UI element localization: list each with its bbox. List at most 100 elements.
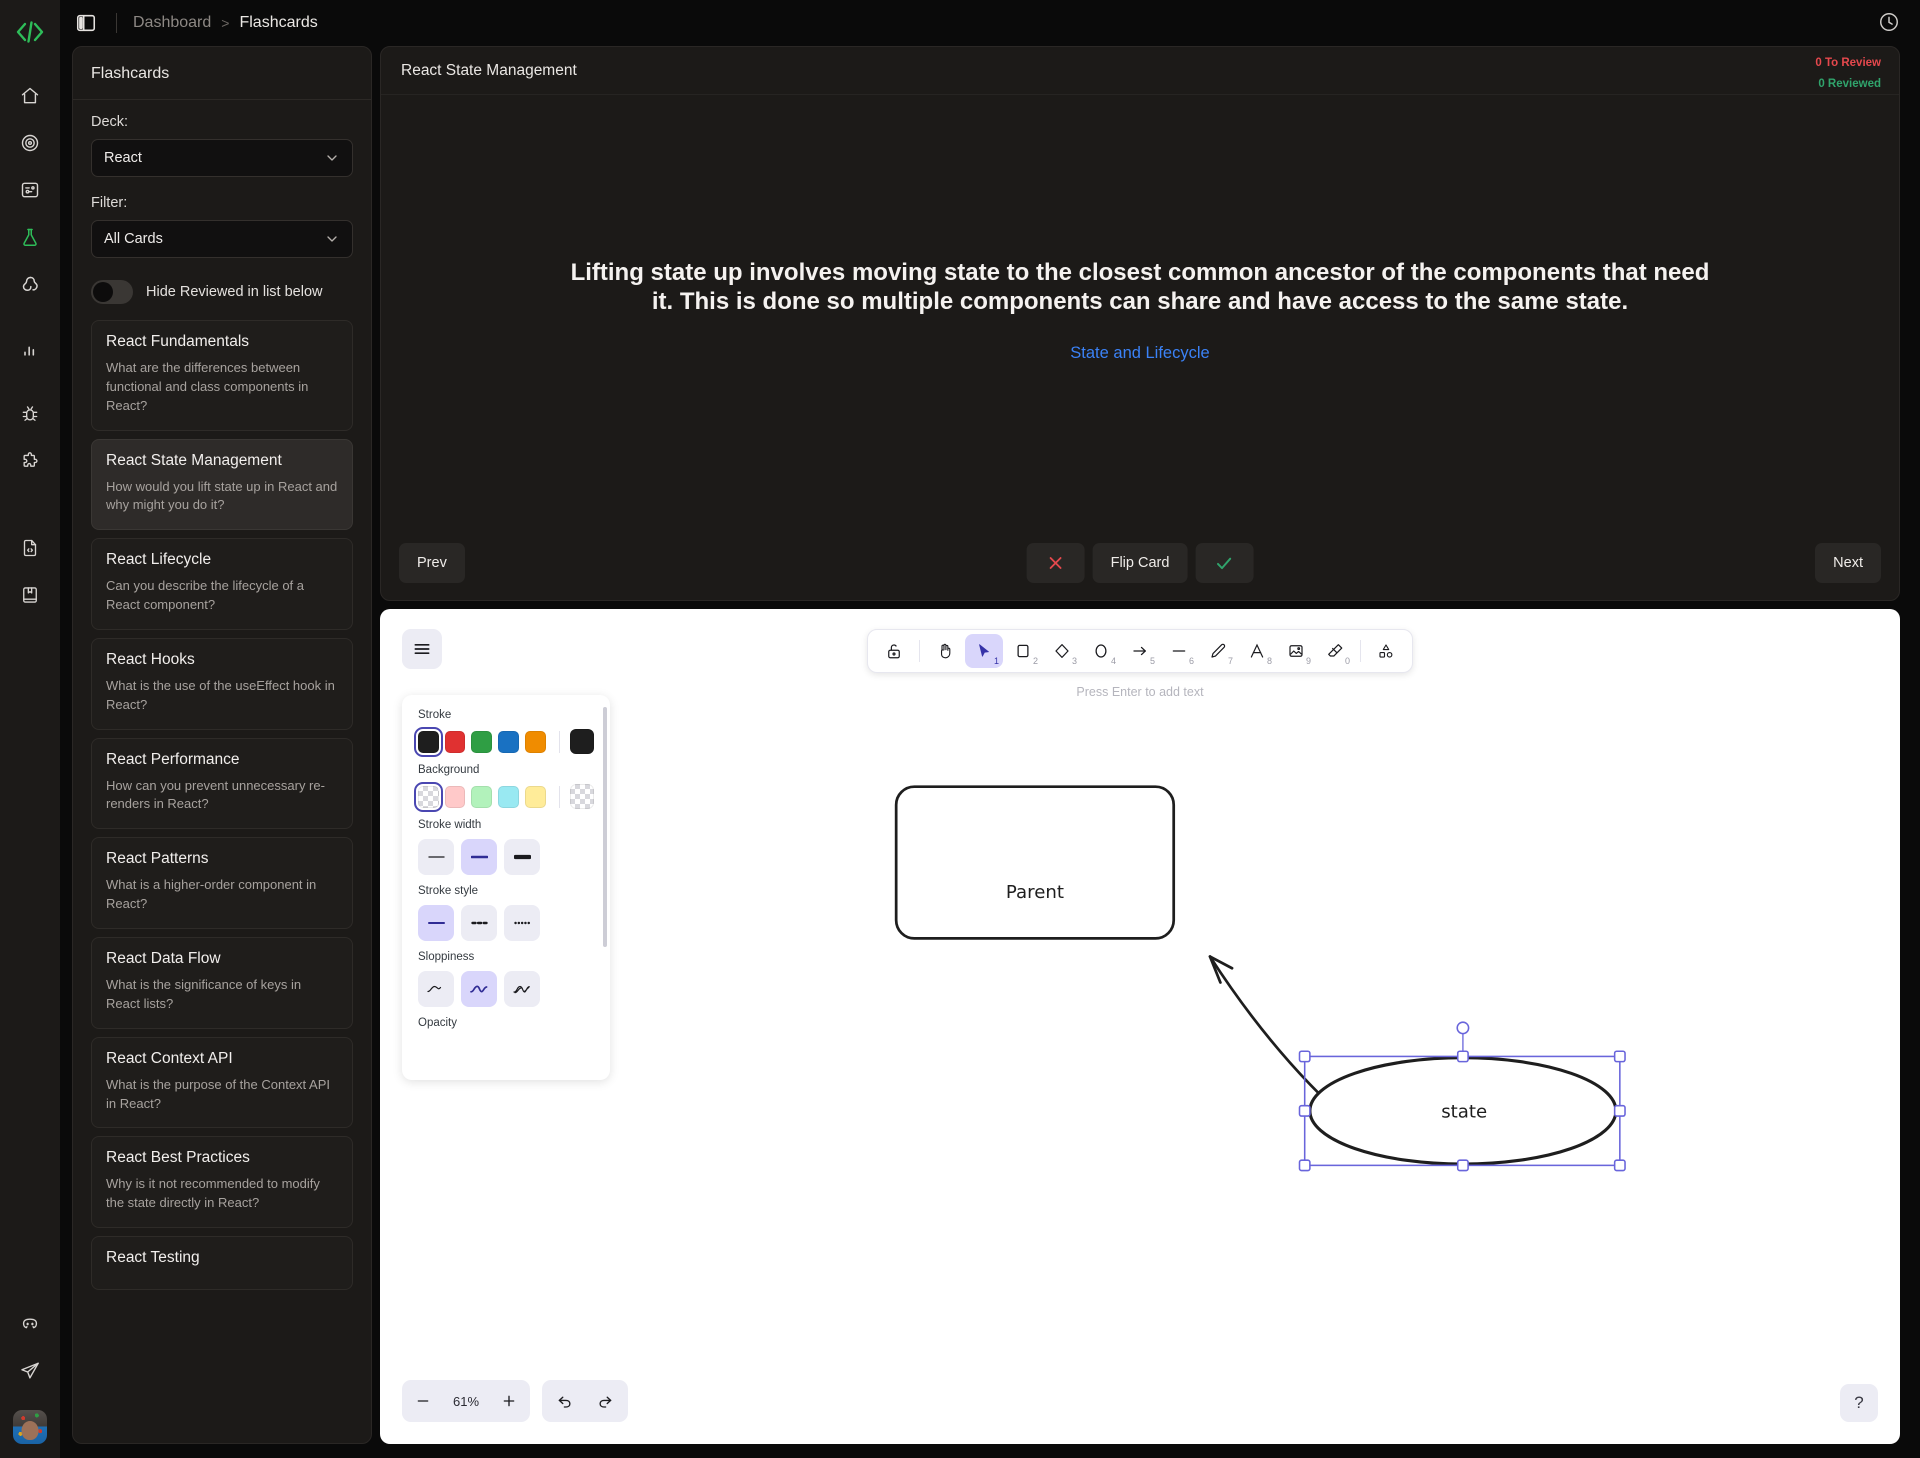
list-item-question: How can you prevent unnecessary re-rende… [106, 777, 325, 812]
sidebar-item-node-graph[interactable] [8, 262, 52, 306]
discord-icon[interactable] [8, 1302, 52, 1346]
list-item-question: What is the purpose of the Context API i… [106, 1076, 331, 1111]
flip-card-button[interactable]: Flip Card [1092, 543, 1188, 583]
user-avatar[interactable] [13, 1410, 47, 1444]
list-item-title: React Testing [106, 1249, 200, 1267]
undo-button[interactable] [548, 1384, 582, 1418]
filter-select[interactable]: All Cards [91, 220, 353, 258]
list-item-title: React State Management [106, 451, 282, 469]
sidebar-item-home[interactable] [8, 74, 52, 118]
chevron-down-icon [327, 155, 337, 161]
sidebar-item-code-snippets[interactable] [8, 526, 52, 570]
reviewed-badge: 0 Reviewed [1818, 77, 1881, 90]
undo-icon [558, 1396, 571, 1408]
zoom-level-value[interactable]: 61% [440, 1394, 492, 1409]
main-area: Dashboard > Flashcards Flashcards Deck: … [60, 0, 1920, 1458]
list-item-question: What are the differences between functio… [106, 360, 309, 413]
flashcards-panel-title: Flashcards [73, 47, 371, 100]
panel-left-icon[interactable] [74, 11, 98, 35]
deck-select-value: React [104, 150, 142, 166]
shape-label-parent: Parent [1006, 882, 1064, 903]
list-item-question: What is a higher-order component in Reac… [106, 877, 317, 912]
breadcrumb-dashboard[interactable]: Dashboard [133, 14, 211, 32]
check-icon [1217, 557, 1232, 569]
next-button[interactable]: Next [1815, 543, 1881, 583]
study-badges: 0 To Review 0 Reviewed [1815, 53, 1881, 94]
topbar-divider [116, 13, 117, 33]
mark-correct-button[interactable] [1195, 543, 1254, 583]
canvas-drawing[interactable]: Parent state [380, 609, 1900, 1351]
filter-select-value: All Cards [104, 231, 163, 247]
list-item-question: What is the significance of keys in Reac… [106, 976, 302, 1011]
to-review-badge: 0 To Review [1815, 57, 1881, 69]
deck-select[interactable]: React [91, 139, 353, 177]
sidebar-item-bugs[interactable] [8, 392, 52, 436]
sidebar-item-analytics[interactable] [8, 327, 52, 371]
list-item[interactable]: React State Management How would you lift… [91, 438, 353, 531]
zoom-in-button[interactable] [492, 1384, 526, 1418]
zoom-island: 61% [402, 1380, 530, 1422]
list-item-question: Can you describe the lifecycle of a Reac… [106, 578, 304, 613]
list-item-question: Why is it not recommended to modify the … [106, 1176, 320, 1211]
list-item-title: React Fundamentals [106, 333, 250, 350]
redo-button[interactable] [588, 1384, 622, 1418]
list-item[interactable]: React Fundamentals What are the differenc… [91, 320, 353, 431]
shape-label-state: state [1441, 1101, 1487, 1122]
top-bar: Dashboard > Flashcards [60, 0, 1920, 46]
list-item[interactable]: React Data Flow What is the significance … [91, 936, 353, 1029]
breadcrumb-flashcards[interactable]: Flashcards [239, 14, 317, 32]
excalidraw-bottom-controls: 61% [402, 1380, 628, 1422]
hide-reviewed-toggle[interactable] [91, 280, 133, 304]
deck-label: Deck: [91, 114, 129, 130]
excalidraw-canvas-area[interactable]: 1 2 3 4 5 6 7 8 9 0 Press Enter to add t… [380, 609, 1900, 1444]
list-item-question: How would you lift state up in React and… [106, 478, 338, 513]
list-item-title: React Data Flow [106, 949, 221, 967]
list-item[interactable]: React Context API What is the purpose of … [91, 1036, 353, 1129]
code-brackets-logo[interactable] [10, 12, 50, 52]
mark-wrong-button[interactable] [1026, 543, 1085, 583]
study-center-controls: Flip Card [1026, 543, 1254, 583]
prev-button[interactable]: Prev [399, 543, 465, 583]
study-card-controls: Prev Flip Card Next [381, 526, 1899, 600]
list-item-title: React Best Practices [106, 1149, 250, 1167]
study-card-title: React State Management [401, 61, 577, 79]
flashcard-list[interactable]: React Fundamentals What are the differenc… [91, 320, 353, 1443]
sidebar-item-circuit-board[interactable] [8, 168, 52, 212]
list-item[interactable]: React Performance How can you prevent unn… [91, 737, 353, 830]
study-card-body: Lifting state up involves moving state t… [381, 95, 1899, 526]
zoom-out-button[interactable] [406, 1384, 440, 1418]
sidebar-item-flashcards-lab[interactable] [8, 215, 52, 259]
redo-icon [599, 1396, 612, 1408]
list-item[interactable]: React Lifecycle Can you describe the life… [91, 538, 353, 630]
breadcrumb-separator: > [221, 15, 230, 31]
rail-bottom-group [0, 1302, 60, 1444]
filter-label: Filter: [91, 195, 128, 211]
list-item-title: React Performance [106, 750, 240, 768]
list-item[interactable]: React Patterns What is a higher-order com… [91, 837, 353, 929]
list-item-title: React Context API [106, 1049, 233, 1067]
minus-icon [417, 1400, 429, 1402]
list-item-question: What is the use of the useEffect hook in… [106, 677, 335, 712]
sidebar-item-target[interactable] [8, 121, 52, 165]
answer-reference-link[interactable]: State and Lifecycle [1070, 344, 1209, 363]
clock-history-icon[interactable] [1878, 11, 1902, 35]
x-icon [1049, 557, 1062, 569]
list-item[interactable]: React Testing [91, 1236, 353, 1291]
undo-redo-island [542, 1380, 628, 1422]
list-item[interactable]: React Hooks What is the use of the useEff… [91, 637, 353, 730]
list-item[interactable]: React Best Practices Why is it not recomm… [91, 1136, 353, 1229]
hide-reviewed-row: Hide Reviewed in list below [91, 280, 353, 304]
sidebar-item-extensions[interactable] [8, 439, 52, 483]
help-question-icon[interactable]: ? [1840, 1384, 1878, 1422]
plus-icon [503, 1395, 515, 1407]
study-card-header: React State Management 0 To Review 0 Rev… [381, 47, 1899, 95]
flashcards-panel: Flashcards Deck: React Filter: All Cards… [72, 46, 372, 1444]
list-item-title: React Patterns [106, 850, 209, 868]
list-item-title: React Lifecycle [106, 551, 212, 569]
sidebar-item-library[interactable] [8, 573, 52, 617]
left-icon-rail [0, 0, 60, 1458]
send-telegram-icon[interactable] [8, 1349, 52, 1393]
content-region: Flashcards Deck: React Filter: All Cards… [60, 46, 1920, 1458]
answer-text: Lifting state up involves moving state t… [570, 258, 1710, 315]
right-column: React State Management 0 To Review 0 Rev… [380, 46, 1900, 1444]
